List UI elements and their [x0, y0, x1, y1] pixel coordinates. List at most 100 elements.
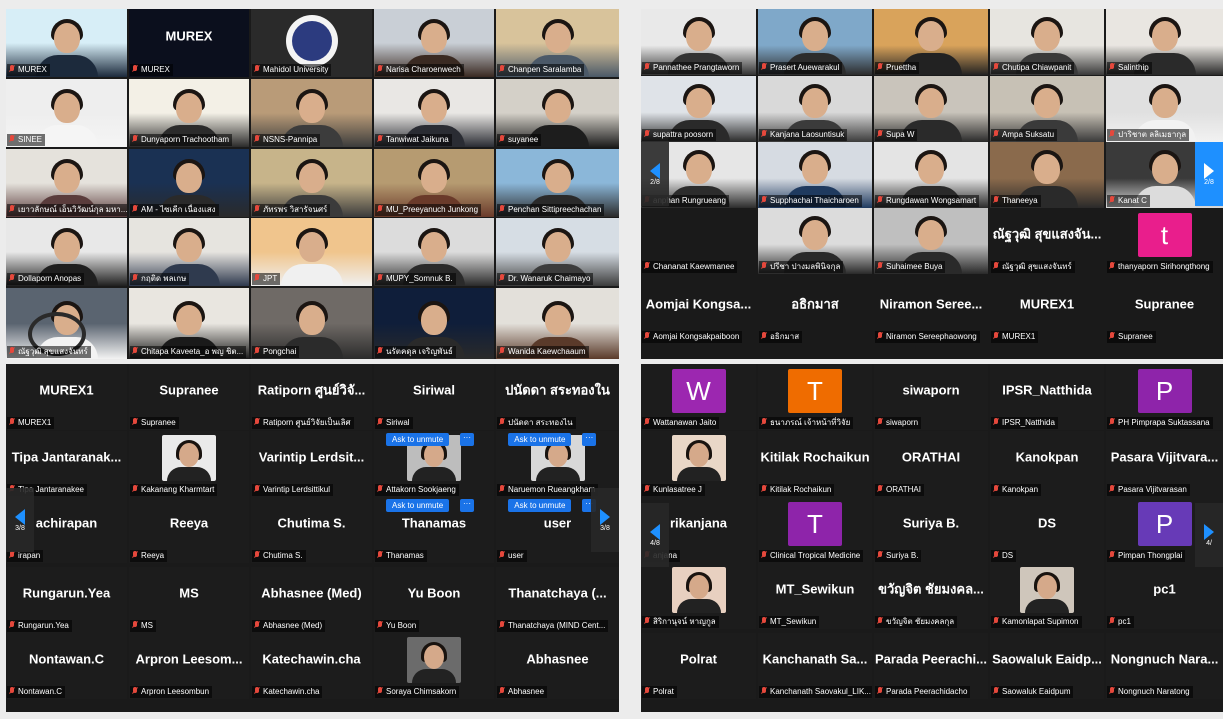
participant-tile[interactable]: Chananat Kaewmanee — [641, 208, 756, 274]
participant-tile[interactable]: DS DS — [990, 497, 1104, 563]
participant-tile[interactable]: Chanpen Saralamba — [496, 9, 619, 77]
participant-tile[interactable]: pc1 pc1 — [1106, 563, 1223, 629]
next-page-button[interactable]: 2/8 — [1195, 142, 1223, 206]
participant-tile[interactable]: ORATHAI ORATHAI — [874, 431, 988, 497]
participant-tile[interactable]: W Wattanawan Jaito — [641, 364, 756, 430]
participant-tile[interactable]: Siriwal Siriwal — [374, 364, 494, 430]
participant-tile[interactable]: Thaneeya — [990, 142, 1104, 208]
participant-tile[interactable]: Dr. Wanaruk Chaimayo — [496, 218, 619, 286]
participant-tile[interactable]: Kakanang Kharmtart — [129, 431, 249, 497]
participant-tile[interactable]: Prasert Auewarakul — [758, 9, 872, 75]
participant-tile[interactable]: supattra poosorn — [641, 76, 756, 142]
participant-tile[interactable]: สิริกานุจน์ หาญกูล — [641, 563, 756, 629]
participant-tile[interactable]: Abhasnee Abhasnee — [496, 633, 619, 699]
participant-tile[interactable]: Aomjai Kongsa... Aomjai Kongsakpaiboon — [641, 278, 756, 344]
participant-tile[interactable]: Kunlasatree J — [641, 431, 756, 497]
participant-tile[interactable]: ปรีชา ปางมลพินิจกุล — [758, 208, 872, 274]
participant-tile[interactable]: suyanee — [496, 79, 619, 147]
participant-tile[interactable]: Polrat Polrat — [641, 633, 756, 699]
participant-tile[interactable]: Katechawin.cha Katechawin.cha — [251, 633, 372, 699]
participant-tile[interactable]: เยาวลักษณ์ เอ็นวิวัฒน์กุล มหา... — [6, 149, 127, 217]
participant-tile[interactable]: SINEE — [6, 79, 127, 147]
previous-page-button[interactable]: 2/8 — [641, 142, 669, 206]
participant-tile[interactable]: Ratiporn ศูนย์วิจั... Ratiporn ศูนย์วิจัย… — [251, 364, 372, 430]
participant-tile[interactable]: Tanwiwat Jaikuna — [374, 79, 494, 147]
participant-tile[interactable]: ณัฐวุฒิ สุขแสงจันทร์ — [6, 288, 127, 359]
participant-tile[interactable]: Yu Boon Yu Boon — [374, 567, 494, 633]
previous-page-button[interactable]: 3/8 — [6, 488, 34, 552]
participant-tile[interactable]: Pannathee Prangtaworn — [641, 9, 756, 75]
next-page-button[interactable]: 4/ — [1195, 503, 1223, 567]
participant-tile[interactable]: MS MS — [129, 567, 249, 633]
more-options-button[interactable]: ··· — [460, 499, 474, 512]
participant-tile[interactable]: Rungarun.Yea Rungarun.Yea — [6, 567, 127, 633]
participant-tile[interactable]: MUREX1 MUREX1 — [6, 364, 127, 430]
participant-tile[interactable]: t thanyaporn Sirihongthong — [1106, 208, 1223, 274]
participant-tile[interactable]: Thanamas Ask to unmute ··· Thanamas — [374, 497, 494, 563]
participant-tile[interactable]: Ampa Suksatu — [990, 76, 1104, 142]
participant-tile[interactable]: Mahidol University — [251, 9, 372, 77]
participant-tile[interactable]: Parada Peerachi... Parada Peerachidacho — [874, 633, 988, 699]
participant-tile[interactable]: ขวัญจิต ชัยมงคล... ขวัญจิต ชัยมงคลกุล — [874, 563, 988, 629]
participant-tile[interactable]: siwaporn siwaporn — [874, 364, 988, 430]
participant-tile[interactable]: กฤติด พลเกษ — [129, 218, 249, 286]
participant-tile[interactable]: ปนัดดา สระทองใน ปนัดดา สระทองไน — [496, 364, 619, 430]
participant-tile[interactable]: MUPY_Somnuk B. — [374, 218, 494, 286]
participant-tile[interactable]: Niramon Seree... Niramon Sereephaowong — [874, 278, 988, 344]
next-page-button[interactable]: 3/8 — [591, 488, 619, 552]
participant-tile[interactable]: นรัตคดุล เจริญพันธ์ — [374, 288, 494, 359]
participant-tile[interactable]: Saowaluk Eaidp... Saowaluk Eaidpum — [990, 633, 1104, 699]
ask-to-unmute-button[interactable]: Ask to unmute — [386, 433, 450, 446]
participant-tile[interactable]: Arpron Leesom... Arpron Leesombun — [129, 633, 249, 699]
participant-tile[interactable]: Abhasnee (Med) Abhasnee (Med) — [251, 567, 372, 633]
participant-tile[interactable]: Suhaimee Buya — [874, 208, 988, 274]
participant-tile[interactable]: Chutipa Chiawpanit — [990, 9, 1104, 75]
participant-tile[interactable]: Suriya B. Suriya B. — [874, 497, 988, 563]
participant-tile[interactable]: Pasara Vijitvara... Pasara Vijitvarasan — [1106, 431, 1223, 497]
participant-tile[interactable]: Wanida Kaewchaaum — [496, 288, 619, 359]
ask-to-unmute-button[interactable]: Ask to unmute — [508, 499, 572, 512]
participant-tile[interactable]: ปาริชาต ลลิเมธากุล — [1106, 76, 1223, 142]
participant-tile[interactable]: MUREX MUREX — [129, 9, 249, 77]
participant-tile[interactable]: Varintip Lerdsit... Varintip Lerdsittikul — [251, 431, 372, 497]
participant-tile[interactable]: MT_Sewikun MT_Sewikun — [758, 563, 872, 629]
participant-tile[interactable]: Kanokpan Kanokpan — [990, 431, 1104, 497]
participant-tile[interactable]: Kitilak Rochaikun Kitilak Rochaikun — [758, 431, 872, 497]
ask-to-unmute-button[interactable]: Ask to unmute — [386, 499, 450, 512]
ask-to-unmute-button[interactable]: Ask to unmute — [508, 433, 572, 446]
participant-tile[interactable]: Pongchai — [251, 288, 372, 359]
participant-tile[interactable]: Kanjana Laosuntisuk — [758, 76, 872, 142]
participant-tile[interactable]: Nongnuch Nara... Nongnuch Naratong — [1106, 633, 1223, 699]
participant-tile[interactable]: Thanatchaya (... Thanatchaya (MIND Cent..… — [496, 567, 619, 633]
participant-tile[interactable]: Supranee Supranee — [129, 364, 249, 430]
participant-tile[interactable]: IPSR_Natthida IPSR_Natthida — [990, 364, 1104, 430]
participant-tile[interactable]: Kamonlapat Supimon — [990, 563, 1104, 629]
participant-tile[interactable]: JPT — [251, 218, 372, 286]
participant-tile[interactable]: Reeya Reeya — [129, 497, 249, 563]
participant-tile[interactable]: Ask to unmute ··· Attakorn Sookjaeng — [374, 431, 494, 497]
participant-tile[interactable]: Dollaporn Anopas — [6, 218, 127, 286]
participant-tile[interactable]: Kanchanath Sa... Kanchanath Saovakul_LIK.… — [758, 633, 872, 699]
participant-tile[interactable]: Salinthip — [1106, 9, 1223, 75]
participant-tile[interactable]: AM - ไซเคีก เนื่องแสง — [129, 149, 249, 217]
more-options-button[interactable]: ··· — [582, 433, 597, 446]
participant-tile[interactable]: T Clinical Tropical Medicine — [758, 497, 872, 563]
participant-tile[interactable]: MU_Preeyanuch Junkong — [374, 149, 494, 217]
participant-tile[interactable]: Supphachai Thaicharoen — [758, 142, 872, 208]
participant-tile[interactable]: Pruettha — [874, 9, 988, 75]
more-options-button[interactable]: ··· — [460, 433, 474, 446]
participant-tile[interactable]: Narisa Charoenwech — [374, 9, 494, 77]
participant-tile[interactable]: Supa W — [874, 76, 988, 142]
participant-tile[interactable]: Chitapa Kaveeta_อ พญ ชิต... — [129, 288, 249, 359]
participant-tile[interactable]: Supranee Supranee — [1106, 278, 1223, 344]
participant-tile[interactable]: T ธนาภรณ์ เจ้าหน้าที่วิจัย — [758, 364, 872, 430]
participant-tile[interactable]: P PH Pimprapa Suktassana — [1106, 364, 1223, 430]
participant-tile[interactable]: Nontawan.C Nontawan.C — [6, 633, 127, 699]
participant-tile[interactable]: MUREX — [6, 9, 127, 77]
participant-tile[interactable]: Soraya Chimsakorn — [374, 633, 494, 699]
participant-tile[interactable]: Rungdawan Wongsamart — [874, 142, 988, 208]
participant-tile[interactable]: Dunyaporn Trachootham — [129, 79, 249, 147]
participant-tile[interactable]: Penchan Sittipreechachan — [496, 149, 619, 217]
previous-page-button[interactable]: 4/8 — [641, 503, 669, 567]
participant-tile[interactable]: ภัทรพร วิสารัจนศร์ — [251, 149, 372, 217]
